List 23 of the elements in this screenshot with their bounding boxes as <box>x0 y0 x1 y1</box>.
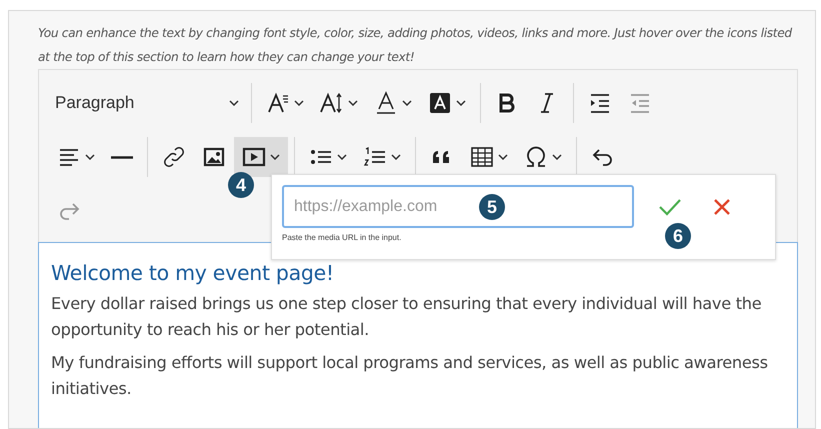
link-icon <box>162 145 186 169</box>
table-icon <box>470 145 494 169</box>
image-icon <box>202 145 226 169</box>
font-size-icon <box>320 91 344 115</box>
outdent-icon <box>628 91 652 115</box>
content-paragraph: Every dollar raised brings us one step closer to ensuring that every individual will have the opportunity to reach his or her potential. <box>51 293 762 341</box>
caret-icon <box>229 100 239 106</box>
font-style-icon <box>266 91 290 115</box>
highlight-icon <box>428 91 452 115</box>
editor-content[interactable] <box>38 242 798 428</box>
content-paragraph: My fundraising efforts will support local programs and services, as well as public awareness initiatives. <box>51 352 769 400</box>
check-icon <box>658 196 682 216</box>
indent-icon <box>588 91 612 115</box>
content-heading: Welcome to my event page! <box>51 261 335 285</box>
horizontal-rule-icon <box>111 156 133 158</box>
omega-icon <box>524 145 548 169</box>
close-icon <box>712 196 732 216</box>
video-icon <box>242 145 266 169</box>
toolbar-button[interactable] <box>234 137 288 177</box>
font-color-icon <box>374 91 398 115</box>
hint-text: You can enhance the text by changing font style, color, size, adding photos, videos, links and more. Just hover over the icons listed at the top of this section to learn how they can change your text! <box>38 25 793 66</box>
popup-help-text: Paste the media URL in the input. <box>282 233 402 242</box>
block-format-dropdown[interactable]: Paragraph <box>49 83 245 123</box>
